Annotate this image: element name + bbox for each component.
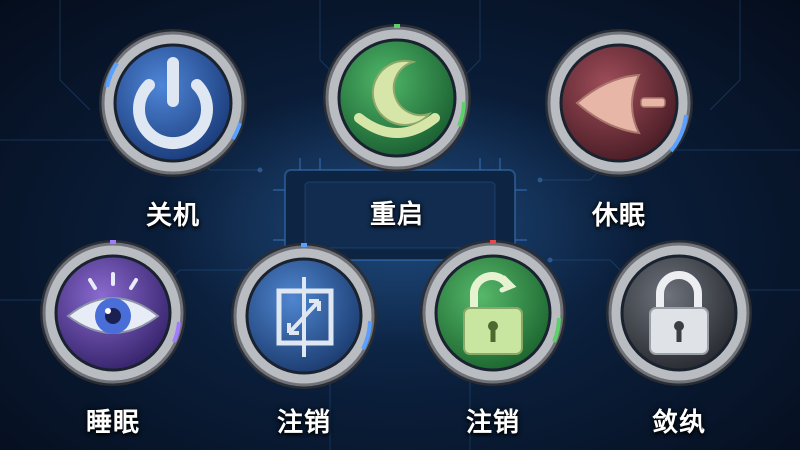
switch-user-icon — [276, 277, 334, 357]
unlock-icon — [463, 272, 523, 355]
logout-button[interactable]: 注销 — [418, 238, 568, 438]
restart-button[interactable]: 重启 — [321, 22, 473, 230]
power-icon — [133, 57, 213, 149]
shutdown-button[interactable]: 关机 — [97, 27, 249, 231]
switch-user-button[interactable]: 注销 — [229, 241, 379, 438]
sleep-button[interactable]: 睡眠 — [38, 238, 188, 438]
crescent-moon-icon — [354, 59, 440, 138]
hibernate-label: 休眠 — [591, 201, 646, 231]
hibernate-button[interactable]: 休眠 — [543, 27, 695, 231]
sleep-arrow-icon — [575, 73, 666, 135]
lock-button[interactable]: 敛纨 — [604, 238, 754, 438]
lock-label: 敛纨 — [651, 408, 706, 438]
shutdown-label: 关机 — [145, 201, 200, 231]
restart-label: 重启 — [369, 200, 424, 230]
padlock-icon — [649, 271, 709, 355]
eye-icon — [66, 272, 160, 334]
